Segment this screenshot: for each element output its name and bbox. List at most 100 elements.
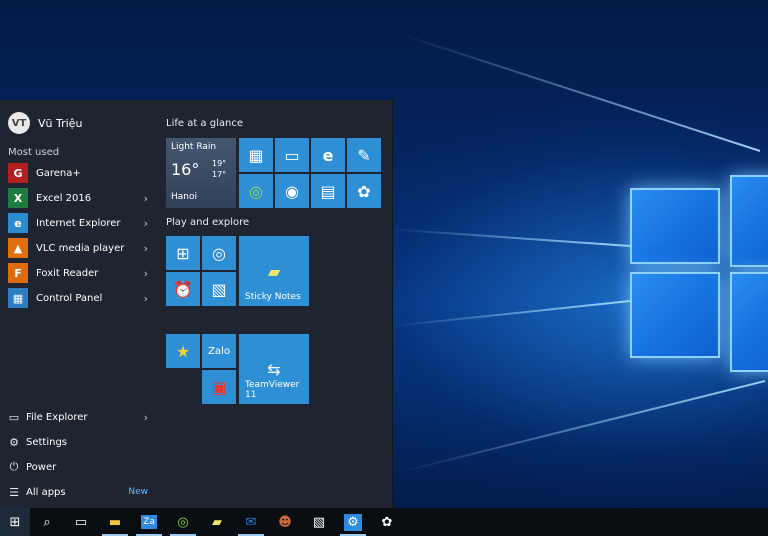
folder-icon: ▬ bbox=[108, 514, 122, 530]
weather-condition: Light Rain bbox=[171, 142, 217, 152]
music-disc-icon: ◎ bbox=[212, 243, 226, 263]
weather-city: Hanoi bbox=[171, 192, 197, 202]
zalo-tile[interactable]: Zalo bbox=[202, 334, 236, 368]
devices-tile[interactable]: ▭ bbox=[275, 138, 309, 172]
taskbar-paint[interactable]: ✿ bbox=[370, 508, 404, 536]
start-button[interactable]: ⊞ bbox=[0, 508, 30, 536]
chevron-right-icon[interactable]: › bbox=[144, 242, 148, 255]
green-app-tile[interactable]: ◎ bbox=[239, 174, 273, 208]
chevron-right-icon[interactable]: › bbox=[144, 292, 148, 305]
groove-tile[interactable]: ◎ bbox=[202, 236, 236, 270]
outlook-icon: ✉ bbox=[245, 514, 257, 530]
power-item[interactable]: ⏻ Power bbox=[8, 457, 148, 477]
taskbar-outlook[interactable]: ✉ bbox=[234, 508, 268, 536]
most-used-label: Most used bbox=[8, 147, 60, 158]
logo-pane bbox=[630, 188, 720, 264]
paint-icon: ✎ bbox=[357, 145, 371, 165]
zalo-icon: Za bbox=[141, 515, 157, 529]
logo-pane bbox=[730, 175, 768, 267]
chevron-right-icon[interactable]: › bbox=[144, 217, 148, 230]
alarm-clock-icon: ⏰ bbox=[173, 279, 193, 299]
alarm-tile[interactable]: ⏰ bbox=[166, 272, 200, 306]
gear-icon: ⚙ bbox=[9, 435, 19, 449]
app-item-foxit[interactable]: F Foxit Reader › bbox=[8, 262, 148, 284]
all-apps-item[interactable]: ☰ All apps New bbox=[8, 482, 148, 502]
task-view-button[interactable]: ▭ bbox=[64, 508, 98, 536]
taskbar-green-app[interactable]: ◎ bbox=[166, 508, 200, 536]
chevron-right-icon[interactable]: › bbox=[144, 192, 148, 205]
photo-icon: ▧ bbox=[211, 279, 227, 299]
app-label: Excel 2016 bbox=[36, 192, 92, 204]
sticky-notes-tile[interactable]: ▰ Sticky Notes bbox=[239, 236, 309, 306]
taskbar-sticky-notes[interactable]: ▰ bbox=[200, 508, 234, 536]
foxit-icon: F bbox=[8, 263, 28, 283]
zalo-icon: Zalo bbox=[208, 345, 230, 357]
taskbar: ⊞ ⌕ ▭ ▬ Za ◎ ▰ ✉ ☻ ▧ ⚙ ✿ bbox=[0, 508, 768, 536]
excel-icon: X bbox=[8, 188, 28, 208]
app-item-vlc[interactable]: ▲ VLC media player › bbox=[8, 237, 148, 259]
group-title-life: Life at a glance bbox=[166, 118, 243, 129]
calculator-icon: ▤ bbox=[320, 181, 336, 201]
app-item-control-panel[interactable]: ▦ Control Panel › bbox=[8, 287, 148, 309]
connect-tile[interactable]: ▣ bbox=[202, 370, 236, 404]
palette-tile[interactable]: ✿ bbox=[347, 174, 381, 208]
devices-icon: ▭ bbox=[284, 145, 300, 165]
chevron-right-icon[interactable]: › bbox=[144, 267, 148, 280]
group-title-play: Play and explore bbox=[166, 217, 250, 228]
palette-icon: ✿ bbox=[357, 181, 371, 201]
app-label: VLC media player bbox=[36, 242, 125, 254]
calculator-tile[interactable]: ▤ bbox=[311, 174, 345, 208]
light-beam bbox=[398, 32, 761, 152]
file-explorer-item[interactable]: ▭ File Explorer › bbox=[8, 407, 148, 427]
teamviewer-icon: ⇆ bbox=[267, 359, 281, 379]
paint-tile[interactable]: ✎ bbox=[347, 138, 381, 172]
file-explorer-label: File Explorer bbox=[26, 411, 88, 423]
light-beam bbox=[396, 380, 766, 474]
settings-item[interactable]: ⚙ Settings bbox=[8, 432, 148, 452]
calendar-icon: ▦ bbox=[248, 145, 264, 165]
weather-high: 19° bbox=[212, 159, 227, 168]
store-tile[interactable]: ⊞ bbox=[166, 236, 200, 270]
power-icon: ⏻ bbox=[9, 460, 19, 473]
garena-icon: G bbox=[8, 163, 28, 183]
tile-label: Sticky Notes bbox=[245, 292, 301, 302]
taskbar-zalo[interactable]: Za bbox=[132, 508, 166, 536]
teamviewer-tile[interactable]: ⇆ TeamViewer 11 bbox=[239, 334, 309, 404]
edge-icon: e bbox=[322, 145, 334, 165]
game-tile[interactable]: ★ bbox=[166, 334, 200, 368]
internet-explorer-icon: e bbox=[8, 213, 28, 233]
start-menu: VT Vũ Triệu Most used G Garena+ X Excel … bbox=[0, 100, 393, 508]
app-item-internet-explorer[interactable]: e Internet Explorer › bbox=[8, 212, 148, 234]
weather-tile[interactable]: Light Rain 16° 19° 17° Hanoi bbox=[166, 138, 236, 208]
logo-pane bbox=[630, 272, 720, 358]
app-label: Control Panel bbox=[36, 292, 103, 304]
taskbar-photos[interactable]: ▧ bbox=[302, 508, 336, 536]
app-label: Garena+ bbox=[36, 167, 81, 179]
chevron-right-icon[interactable]: › bbox=[144, 411, 148, 424]
gear-icon: ⚙ bbox=[344, 513, 362, 531]
network-icon: ▣ bbox=[211, 377, 227, 397]
settings-label: Settings bbox=[26, 436, 68, 448]
user-account[interactable]: VT Vũ Triệu bbox=[8, 112, 82, 134]
edge-tile[interactable]: e bbox=[311, 138, 345, 172]
power-label: Power bbox=[26, 461, 57, 473]
task-view-icon: ▭ bbox=[74, 514, 88, 530]
weather-low: 17° bbox=[212, 170, 227, 179]
new-badge: New bbox=[128, 487, 148, 497]
app-item-garena[interactable]: G Garena+ bbox=[8, 162, 148, 184]
calendar-tile[interactable]: ▦ bbox=[239, 138, 273, 172]
avatar: VT bbox=[8, 112, 30, 134]
app-item-excel[interactable]: X Excel 2016 › bbox=[8, 187, 148, 209]
camera-tile[interactable]: ◉ bbox=[275, 174, 309, 208]
photos-tile[interactable]: ▧ bbox=[202, 272, 236, 306]
taskbar-game[interactable]: ☻ bbox=[268, 508, 302, 536]
start-left-column: VT Vũ Triệu Most used G Garena+ X Excel … bbox=[0, 100, 156, 508]
store-icon: ⊞ bbox=[176, 243, 190, 263]
logo-pane bbox=[730, 272, 768, 372]
taskbar-settings[interactable]: ⚙ bbox=[336, 508, 370, 536]
taskbar-file-explorer[interactable]: ▬ bbox=[98, 508, 132, 536]
green-app-icon: ◎ bbox=[177, 514, 189, 530]
all-apps-label: All apps bbox=[26, 486, 66, 498]
palette-icon: ✿ bbox=[381, 514, 393, 530]
search-button[interactable]: ⌕ bbox=[30, 508, 64, 536]
